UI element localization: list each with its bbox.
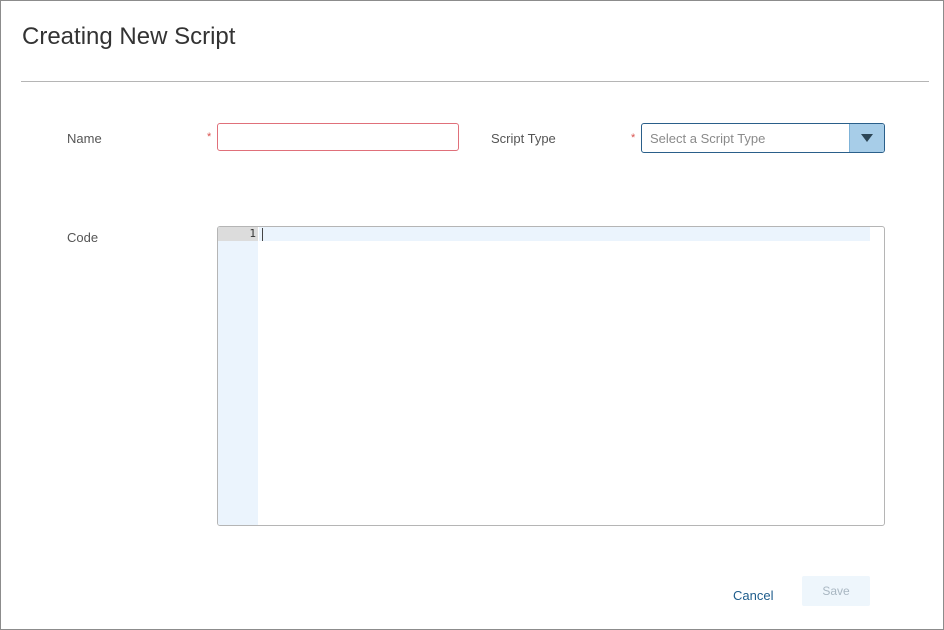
code-label: Code <box>67 230 99 245</box>
active-line-highlight <box>259 227 870 241</box>
name-input[interactable] <box>217 123 459 151</box>
script-type-dropdown-button[interactable] <box>849 124 884 152</box>
script-type-placeholder: Select a Script Type <box>650 131 766 146</box>
create-script-dialog: Creating New Script Name * Script Type *… <box>0 0 944 630</box>
text-cursor <box>262 228 263 241</box>
name-required-marker: * <box>207 131 212 143</box>
dialog-title: Creating New Script <box>22 23 236 50</box>
script-type-required-marker: * <box>631 132 636 144</box>
code-editor[interactable]: 1 <box>217 226 885 526</box>
save-button[interactable]: Save <box>802 576 870 606</box>
caret-down-icon <box>861 134 873 142</box>
cancel-button[interactable]: Cancel <box>733 588 773 603</box>
header-divider <box>21 81 929 82</box>
code-editor-gutter <box>218 227 258 525</box>
script-type-select[interactable]: Select a Script Type <box>641 123 885 153</box>
name-label: Name <box>67 131 102 146</box>
line-number: 1 <box>249 227 256 240</box>
script-type-label: Script Type <box>491 131 556 146</box>
